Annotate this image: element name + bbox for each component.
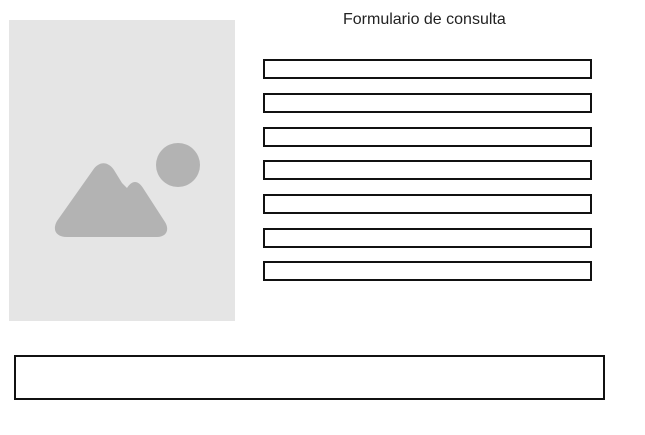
- form-field-2[interactable]: [263, 93, 592, 113]
- form-field-6[interactable]: [263, 228, 592, 248]
- form-title: Formulario de consulta: [343, 11, 506, 28]
- form-field-3[interactable]: [263, 127, 592, 147]
- image-icon: [54, 143, 200, 237]
- form-field-1[interactable]: [263, 59, 592, 79]
- form-field-4[interactable]: [263, 160, 592, 180]
- image-placeholder: [9, 20, 235, 321]
- form-field-5[interactable]: [263, 194, 592, 214]
- bottom-text-box[interactable]: [14, 355, 605, 400]
- form-field-7[interactable]: [263, 261, 592, 281]
